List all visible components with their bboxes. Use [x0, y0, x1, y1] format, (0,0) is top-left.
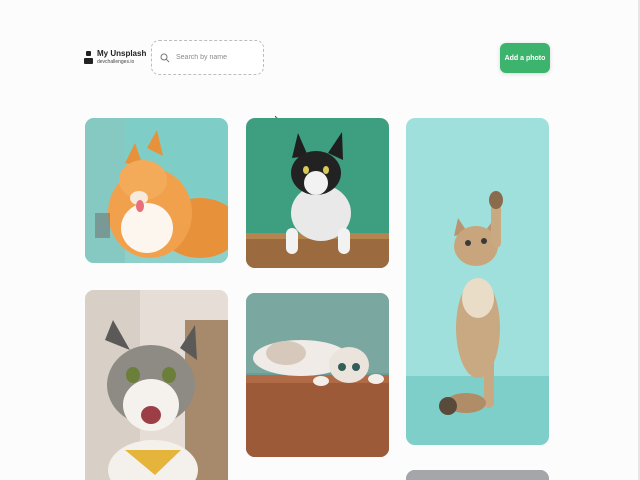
cat-photo-image [406, 118, 549, 445]
header: My Unsplash devchallenges.io Add a photo [0, 0, 640, 100]
search-box[interactable] [151, 40, 264, 75]
brand-title: My Unsplash [97, 49, 147, 58]
gallery-photo-2[interactable] [246, 118, 389, 268]
cat-photo-image [246, 118, 389, 268]
brand-text: My Unsplash devchallenges.io [97, 50, 146, 65]
brand-subtitle: devchallenges.io [97, 59, 135, 65]
cat-photo-image [406, 470, 549, 480]
gallery-photo-1[interactable] [85, 118, 228, 263]
gallery-photo-4[interactable] [85, 290, 228, 480]
gallery-photo-3[interactable] [406, 118, 549, 445]
user-icon [84, 51, 93, 64]
search-icon [160, 53, 170, 62]
gallery-photo-5[interactable] [246, 293, 389, 457]
gallery-photo-6[interactable] [406, 470, 549, 480]
cat-photo-image [246, 293, 389, 457]
brand-logo[interactable]: My Unsplash devchallenges.io [84, 50, 146, 65]
cat-photo-image [85, 290, 228, 480]
cat-photo-image [85, 118, 228, 263]
add-photo-button[interactable]: Add a photo [500, 43, 550, 73]
search-input[interactable] [176, 54, 256, 61]
